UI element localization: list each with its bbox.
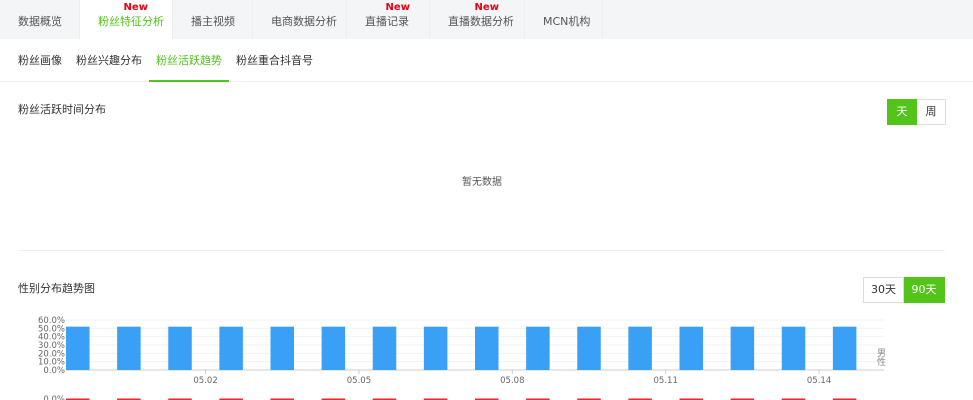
tab-fan-features[interactable]: New 粉丝特征分析 bbox=[80, 0, 173, 39]
top-tab-bar: 数据概览 New 粉丝特征分析 播主视频 电商数据分析 New 直播记录 New… bbox=[0, 0, 973, 39]
x-tick-label: 05.08 bbox=[500, 376, 524, 386]
tab-label: 播主视频 bbox=[191, 15, 235, 28]
bar bbox=[475, 326, 499, 370]
tab-ecommerce-analysis[interactable]: 电商数据分析 bbox=[253, 0, 347, 39]
activity-period-toggle: 天 周 bbox=[887, 99, 946, 125]
bar bbox=[577, 326, 601, 370]
legend-label: 男性 bbox=[875, 348, 886, 367]
subtab-fan-interests[interactable]: 粉丝兴趣分布 bbox=[69, 39, 149, 82]
tab-mcn[interactable]: MCN机构 bbox=[525, 0, 603, 39]
bar bbox=[423, 326, 448, 370]
x-tick-label: 05.14 bbox=[807, 376, 831, 386]
subtab-fan-activity[interactable]: 粉丝活跃趋势 bbox=[149, 39, 229, 82]
x-tick-label: 05.05 bbox=[347, 376, 371, 386]
week-toggle-button[interactable]: 周 bbox=[917, 99, 946, 125]
subtab-fan-portrait[interactable]: 粉丝画像 bbox=[11, 39, 69, 82]
tab-bar-spacer bbox=[603, 0, 973, 39]
bar bbox=[526, 326, 550, 370]
subtab-fan-overlap[interactable]: 粉丝重合抖音号 bbox=[229, 39, 320, 82]
y-tick-label: 0.0% bbox=[43, 366, 65, 376]
bar bbox=[730, 326, 755, 370]
bar bbox=[321, 326, 346, 370]
bar bbox=[168, 326, 192, 370]
new-badge: New bbox=[385, 2, 410, 13]
empty-data-text: 暂无数据 bbox=[462, 177, 502, 188]
section-divider bbox=[18, 250, 945, 251]
bar bbox=[832, 326, 857, 370]
tab-creator-videos[interactable]: 播主视频 bbox=[173, 0, 253, 39]
tab-label: MCN机构 bbox=[543, 15, 591, 28]
bar bbox=[66, 326, 90, 370]
gender-section-title: 性别分布趋势图 bbox=[18, 282, 95, 295]
day-toggle-button[interactable]: 天 bbox=[887, 99, 917, 125]
sub-tab-bar: 粉丝画像 粉丝兴趣分布 粉丝活跃趋势 粉丝重合抖音号 bbox=[0, 39, 973, 82]
tab-data-overview[interactable]: 数据概览 bbox=[0, 0, 80, 39]
activity-section-title: 粉丝活跃时间分布 bbox=[18, 103, 106, 116]
tab-label: 数据概览 bbox=[18, 15, 62, 28]
new-badge: New bbox=[123, 2, 148, 13]
new-badge: New bbox=[474, 2, 499, 13]
bar bbox=[219, 326, 243, 370]
30-day-toggle-button[interactable]: 30天 bbox=[863, 277, 904, 303]
x-tick-label: 05.11 bbox=[654, 376, 678, 386]
90-day-toggle-button[interactable]: 90天 bbox=[904, 277, 945, 303]
bar bbox=[117, 326, 141, 370]
bar bbox=[679, 326, 704, 370]
bar bbox=[781, 326, 806, 370]
tab-label: 电商数据分析 bbox=[271, 15, 337, 28]
tab-label: 粉丝特征分析 bbox=[98, 15, 164, 28]
gender-period-toggle: 30天 90天 bbox=[863, 277, 945, 303]
bar bbox=[270, 326, 295, 370]
bar bbox=[628, 326, 652, 370]
gender-trend-chart: 60.0%50.0%40.0%30.0%20.0%10.0%0.0%05.02 0… bbox=[38, 316, 886, 400]
tab-label: 直播数据分析 bbox=[448, 15, 514, 28]
x-tick-label: 05.02 bbox=[193, 376, 217, 386]
second-chart-tick-label: 0.0% bbox=[43, 395, 65, 400]
bar bbox=[372, 326, 397, 370]
tab-live-analysis[interactable]: New 直播数据分析 bbox=[430, 0, 525, 39]
tab-label: 直播记录 bbox=[365, 15, 409, 28]
tab-live-records[interactable]: New 直播记录 bbox=[347, 0, 430, 39]
